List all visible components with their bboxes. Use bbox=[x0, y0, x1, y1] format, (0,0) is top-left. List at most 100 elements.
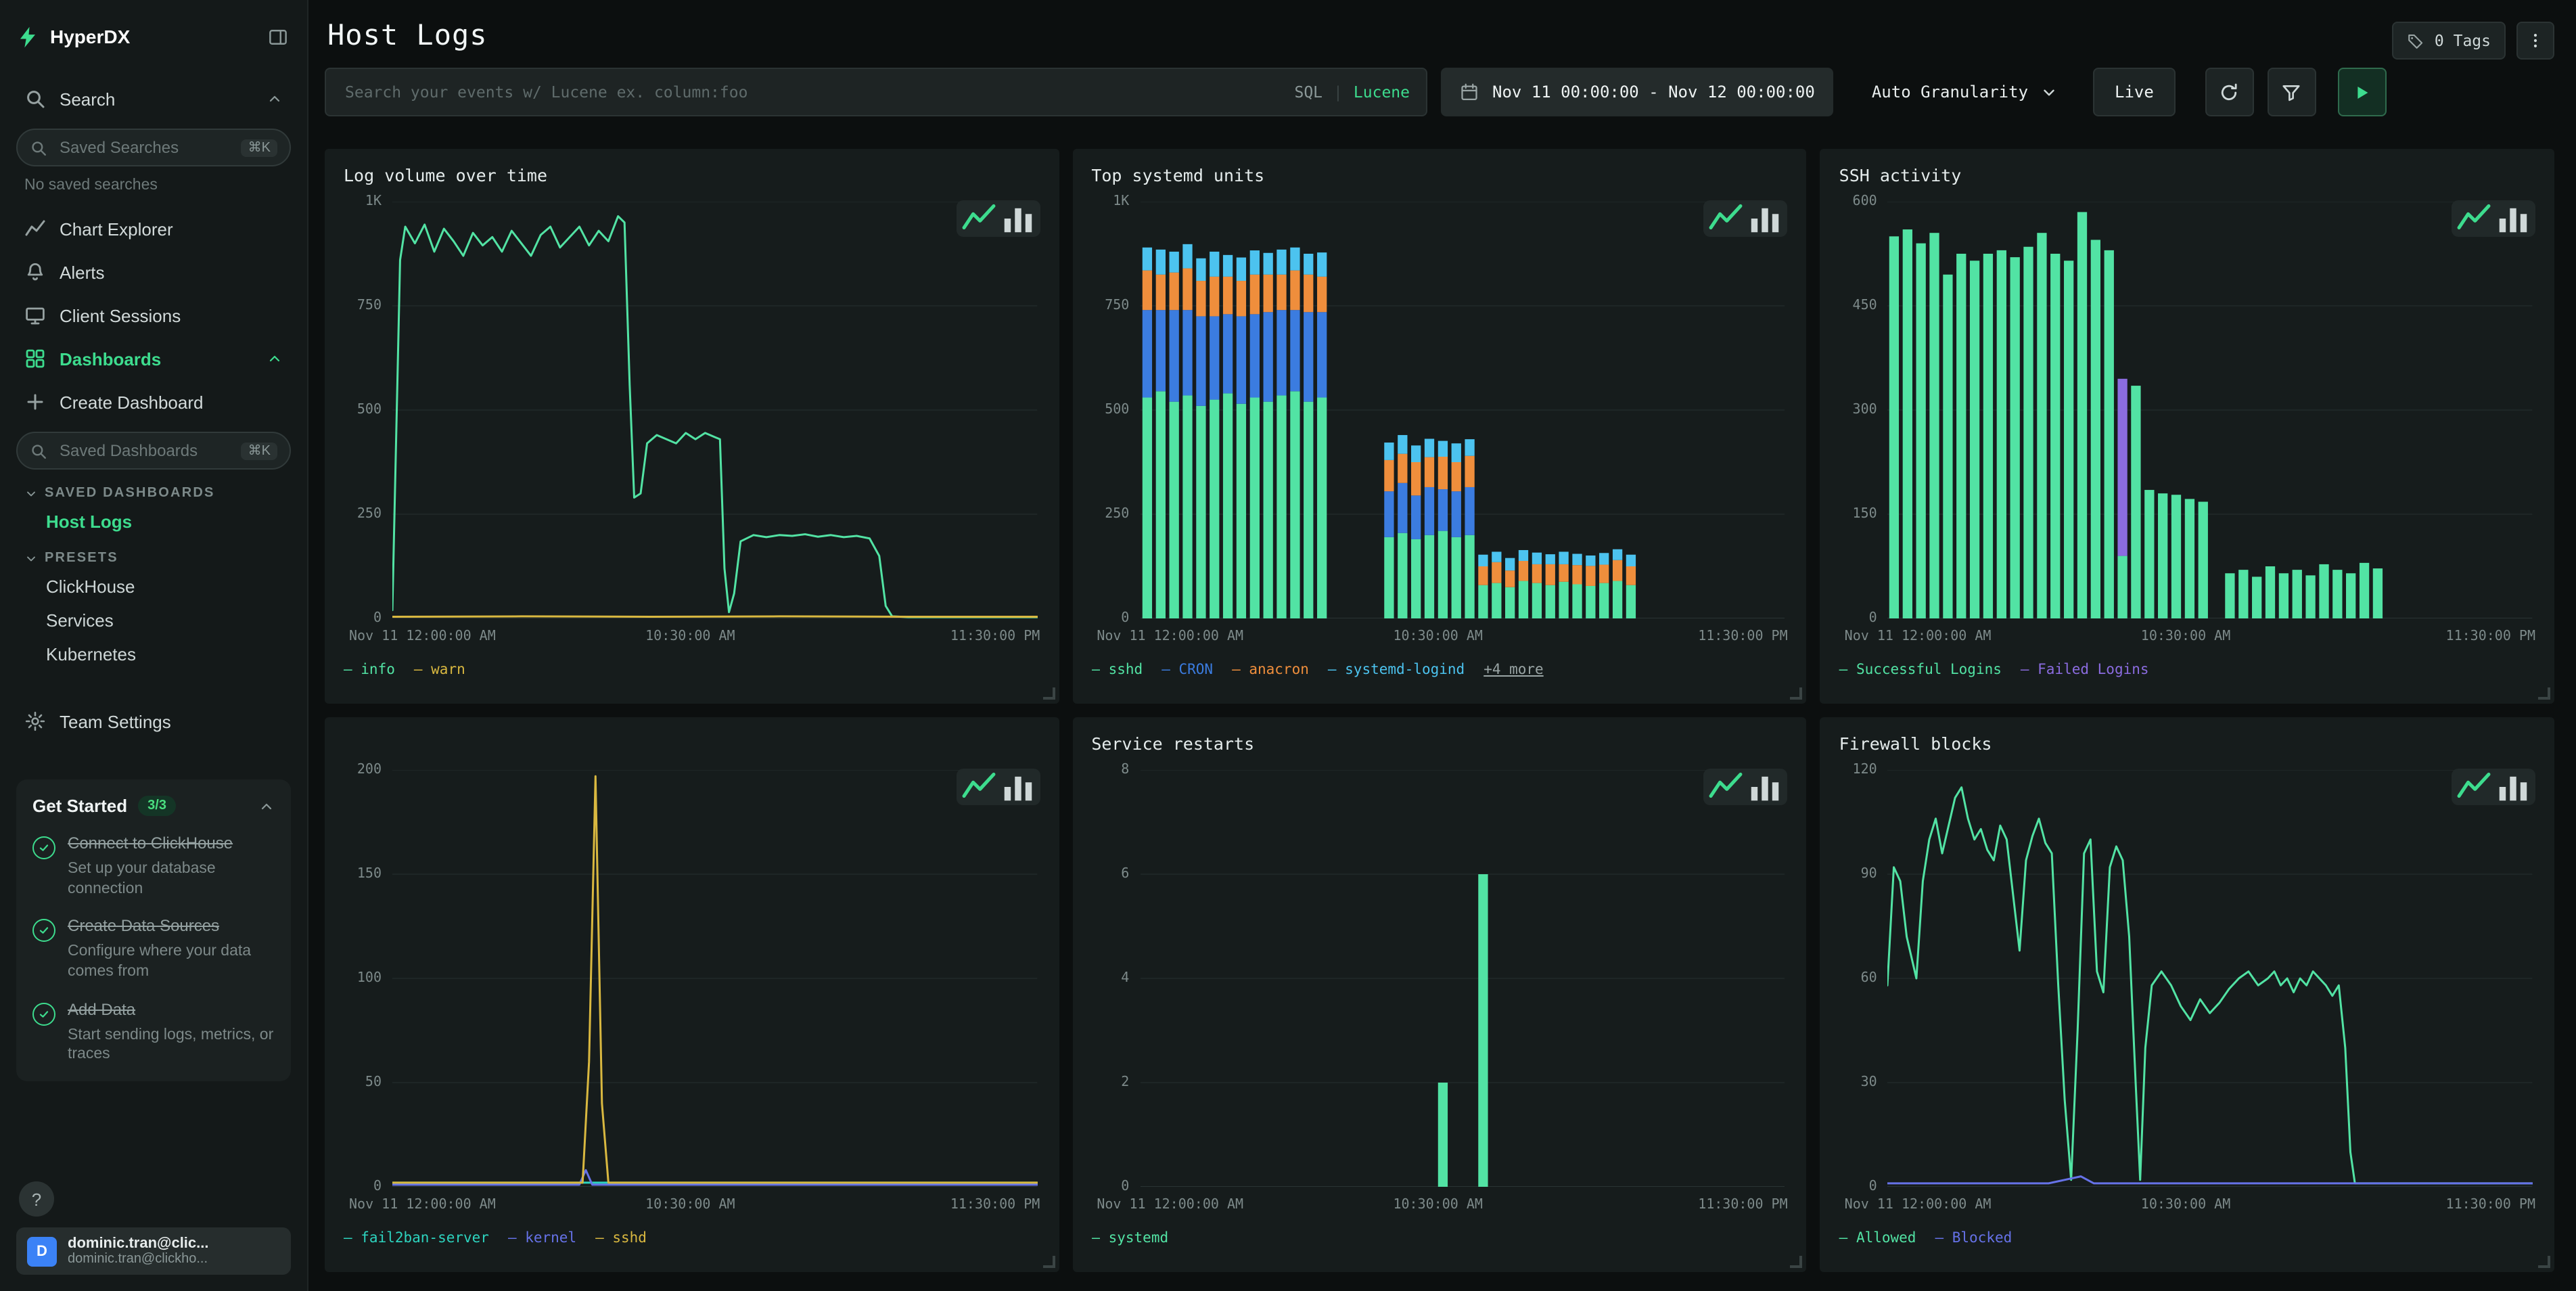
legend-item-fail2ban-server[interactable]: — fail2ban-server bbox=[344, 1230, 489, 1246]
get-started-title: Get Started bbox=[32, 796, 127, 816]
line-chart-button[interactable] bbox=[1708, 773, 1745, 801]
group-header-presets[interactable]: PRESETS bbox=[16, 539, 291, 570]
line-chart-button[interactable] bbox=[960, 773, 996, 801]
sidebar-item-label: Search bbox=[60, 89, 115, 109]
line-chart-button[interactable] bbox=[1708, 204, 1745, 233]
sidebar-dashboard-services[interactable]: Services bbox=[16, 604, 291, 637]
dashboard-groups: SAVED DASHBOARDSHost LogsPRESETSClickHou… bbox=[16, 474, 291, 671]
sidebar-dashboard-clickhouse[interactable]: ClickHouse bbox=[16, 570, 291, 604]
sidebar-item-dashboards[interactable]: Dashboards bbox=[16, 338, 291, 379]
y-axis-tick: 0 bbox=[344, 611, 382, 626]
x-axis-tick: Nov 11 12:00:00 AM bbox=[1845, 629, 1992, 644]
legend-item-systemd[interactable]: — systemd bbox=[1091, 1230, 1168, 1246]
event-search-input[interactable] bbox=[342, 81, 1281, 103]
saved-searches-searchbox[interactable]: ⌘K bbox=[16, 129, 291, 166]
group-header-saved-dashboards[interactable]: SAVED DASHBOARDS bbox=[16, 474, 291, 505]
y-axis-tick: 1K bbox=[1091, 194, 1129, 209]
chart-title: Firewall blocks bbox=[1839, 733, 2535, 756]
sidebar-item-label: Chart Explorer bbox=[60, 219, 173, 239]
brand-name: HyperDX bbox=[50, 26, 130, 47]
saved-dashboards-searchbox[interactable]: ⌘K bbox=[16, 432, 291, 470]
resize-handle[interactable] bbox=[1791, 1256, 1803, 1268]
tags-button[interactable]: 0 Tags bbox=[2393, 22, 2506, 60]
bar-chart-button[interactable] bbox=[1747, 773, 1784, 801]
legend-item-successful-logins[interactable]: — Successful Logins bbox=[1839, 662, 2002, 678]
sql-toggle[interactable]: SQL bbox=[1294, 83, 1322, 101]
bar-chart-button[interactable] bbox=[2495, 773, 2531, 801]
resize-handle[interactable] bbox=[1042, 687, 1055, 700]
legend-item-blocked[interactable]: — Blocked bbox=[1935, 1230, 2012, 1246]
resize-handle[interactable] bbox=[2538, 1256, 2550, 1268]
play-icon bbox=[2352, 82, 2372, 102]
live-button[interactable]: Live bbox=[2093, 68, 2176, 116]
legend-item-failed-logins[interactable]: — Failed Logins bbox=[2021, 662, 2149, 678]
resize-handle[interactable] bbox=[1791, 687, 1803, 700]
line-chart-button[interactable] bbox=[2456, 204, 2492, 233]
get-started-step[interactable]: Connect to ClickHouseSet up your databas… bbox=[32, 834, 275, 899]
legend-item-info[interactable]: — info bbox=[344, 662, 395, 678]
user-meta: dominic.tran@clic... dominic.tran@clickh… bbox=[68, 1236, 209, 1267]
run-query-button[interactable] bbox=[2338, 68, 2387, 116]
dashboard-menu-button[interactable] bbox=[2516, 22, 2554, 60]
chart-plot-area bbox=[392, 770, 1037, 1187]
step-title: Create Data Sources bbox=[68, 917, 275, 938]
chart-legend: — Allowed — Blocked bbox=[1839, 1230, 2535, 1246]
sidebar-dashboard-kubernetes[interactable]: Kubernetes bbox=[16, 637, 291, 671]
bar-chart-button[interactable] bbox=[2495, 204, 2531, 233]
get-started-header[interactable]: Get Started 3/3 bbox=[32, 796, 275, 816]
help-button[interactable]: ? bbox=[19, 1181, 54, 1217]
sidebar-dashboard-host-logs[interactable]: Host Logs bbox=[16, 505, 291, 539]
y-axis-tick: 30 bbox=[1839, 1075, 1877, 1090]
line-chart-button[interactable] bbox=[2456, 773, 2492, 801]
collapse-sidebar-button[interactable] bbox=[265, 24, 291, 49]
hyperdx-logo-icon bbox=[16, 25, 39, 48]
collapse-panel-icon bbox=[268, 26, 288, 47]
sidebar-item-search[interactable]: Search bbox=[16, 78, 291, 119]
refresh-button[interactable] bbox=[2205, 68, 2254, 116]
sidebar-item-label: Client Sessions bbox=[60, 305, 181, 325]
granularity-dropdown[interactable]: Auto Granularity bbox=[1858, 68, 2071, 116]
bar-chart-button[interactable] bbox=[1747, 204, 1784, 233]
legend-item-sshd[interactable]: — sshd bbox=[595, 1230, 647, 1246]
bar-chart-button[interactable] bbox=[999, 204, 1036, 233]
sidebar-item-chart-explorer[interactable]: Chart Explorer bbox=[16, 208, 291, 249]
legend-more-link[interactable]: +4 more bbox=[1484, 662, 1544, 678]
legend-item-anacron[interactable]: — anacron bbox=[1232, 662, 1309, 678]
sidebar-item-team-settings[interactable]: Team Settings bbox=[16, 701, 291, 742]
bar-chart-button[interactable] bbox=[999, 773, 1036, 801]
date-range-picker[interactable]: Nov 11 00:00:00 - Nov 12 00:00:00 bbox=[1441, 68, 1834, 116]
saved-dashboards-input[interactable] bbox=[57, 440, 232, 461]
create-dashboard-button[interactable]: Create Dashboard bbox=[16, 382, 291, 422]
get-started-step[interactable]: Create Data SourcesConfigure where your … bbox=[32, 917, 275, 982]
x-axis-tick: 10:30:00 AM bbox=[2141, 1198, 2230, 1213]
sidebar-item-label: Dashboards bbox=[60, 348, 161, 369]
legend-item-warn[interactable]: — warn bbox=[414, 662, 465, 678]
chart-plot-area bbox=[392, 202, 1037, 618]
line-chart-button[interactable] bbox=[960, 204, 996, 233]
check-circle-icon bbox=[32, 836, 55, 859]
tag-icon bbox=[2408, 32, 2425, 49]
chart-plot-area bbox=[1140, 202, 1785, 618]
legend-item-cron[interactable]: — CRON bbox=[1162, 662, 1213, 678]
sidebar-item-label: Alerts bbox=[60, 262, 104, 282]
get-started-step[interactable]: Add DataStart sending logs, metrics, or … bbox=[32, 1000, 275, 1066]
saved-searches-input[interactable] bbox=[57, 137, 232, 158]
resize-handle[interactable] bbox=[1042, 1256, 1055, 1268]
legend-item-sshd[interactable]: — sshd bbox=[1091, 662, 1143, 678]
event-searchbox[interactable]: SQL | Lucene bbox=[325, 68, 1427, 116]
chart-title: SSH activity bbox=[1839, 165, 2535, 188]
get-started-progress-badge: 3/3 bbox=[138, 796, 176, 816]
sidebar-item-alerts[interactable]: Alerts bbox=[16, 252, 291, 292]
user-menu[interactable]: D dominic.tran@clic... dominic.tran@clic… bbox=[16, 1227, 291, 1275]
sidebar-item-client-sessions[interactable]: Client Sessions bbox=[16, 295, 291, 336]
resize-handle[interactable] bbox=[2538, 687, 2550, 700]
legend-item-systemd-logind[interactable]: — systemd-logind bbox=[1328, 662, 1465, 678]
chart-legend: — sshd — CRON — anacron — systemd-logind +4 … bbox=[1091, 662, 1787, 678]
x-axis-tick: 11:30:00 PM bbox=[2446, 1198, 2535, 1213]
lucene-toggle[interactable]: Lucene bbox=[1354, 83, 1410, 101]
filter-button[interactable] bbox=[2268, 68, 2316, 116]
chart-legend: — fail2ban-server — kernel — sshd bbox=[344, 1230, 1040, 1246]
y-axis-tick: 0 bbox=[344, 1179, 382, 1194]
legend-item-kernel[interactable]: — kernel bbox=[508, 1230, 576, 1246]
legend-item-allowed[interactable]: — Allowed bbox=[1839, 1230, 1916, 1246]
